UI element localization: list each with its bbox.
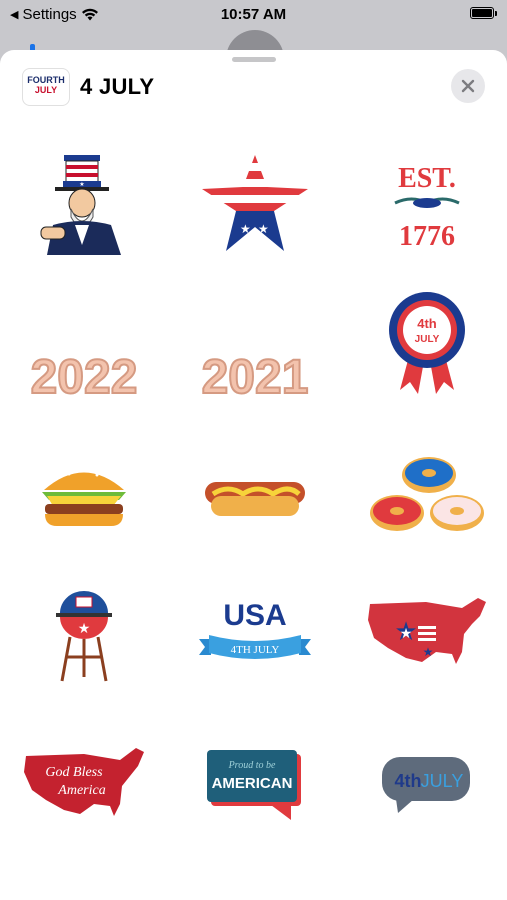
sheet-header: FOURTH JULY 4 JULY [0, 68, 507, 118]
sticker-usa-banner[interactable]: USA 4TH JULY [190, 580, 320, 690]
sheet-title: 4 JULY [80, 74, 155, 99]
usa-banner-text: 4TH JULY [231, 644, 280, 656]
sticker-uncle-sam[interactable]: ★ [19, 150, 149, 260]
close-icon [461, 79, 475, 93]
balloon-2021-text: 2021 [202, 351, 309, 404]
sticker-donuts[interactable] [362, 440, 492, 550]
bbq-grill-icon: ★ [56, 591, 112, 682]
donuts-icon [370, 457, 484, 531]
america-text: America [57, 783, 105, 798]
4th-july-bubble-icon: 4th JULY [382, 757, 470, 813]
sticker-hamburger[interactable] [19, 440, 149, 550]
svg-text:★: ★ [423, 645, 434, 659]
ribbon-text-2: JULY [415, 334, 440, 345]
svg-text:★: ★ [240, 222, 251, 236]
svg-text:★: ★ [79, 181, 84, 188]
sticker-4th-july-bubble[interactable]: 4th JULY [362, 730, 492, 840]
ribbon-icon: 4th JULY [389, 292, 465, 394]
svg-text:★: ★ [258, 222, 269, 236]
sticker-balloon-2021[interactable]: 2021 [190, 320, 320, 430]
usa-banner-icon: USA 4TH JULY [199, 599, 311, 659]
sticker-bbq-grill[interactable]: ★ [19, 580, 149, 690]
proud-text: Proud to be [228, 760, 276, 771]
god-bless-text: God Bless [45, 765, 103, 780]
sticker-usa-map-flag[interactable]: ★ ★ ★ [362, 580, 492, 690]
flag-star-icon: ★ ★ ★ [202, 155, 308, 251]
svg-text:★: ★ [249, 236, 260, 250]
svg-text:★: ★ [78, 620, 91, 636]
svg-text:★: ★ [400, 625, 413, 641]
balloon-2021-icon: 2021 [201, 350, 310, 405]
sticker-flag-star[interactable]: ★ ★ ★ [190, 150, 320, 260]
balloon-2022-text: 2022 [31, 351, 138, 404]
bubble-4th-text: 4th [395, 771, 422, 791]
usa-map-icon: ★ ★ ★ [368, 598, 486, 664]
ribbon-text-1: 4th [417, 316, 437, 331]
battery-icon [470, 7, 497, 19]
uncle-sam-icon: ★ [40, 155, 121, 255]
sticker-god-bless-america[interactable]: God Bless America [19, 730, 149, 840]
american-text: AMERICAN [212, 775, 293, 792]
sheet-grabber[interactable] [232, 57, 276, 62]
usa-text: USA [223, 599, 286, 632]
est-text: EST. [398, 163, 456, 194]
status-bar: ◀ Settings 10:57 AM [0, 0, 507, 30]
close-button[interactable] [451, 69, 485, 103]
balloon-2022-icon: 2022 [30, 350, 139, 405]
sticker-4th-july-ribbon[interactable]: 4th JULY [362, 290, 492, 400]
proud-american-icon: Proud to be AMERICAN [207, 750, 301, 820]
app-icon-line2: JULY [34, 85, 58, 95]
hot-dog-icon [205, 482, 305, 516]
sticker-est-1776[interactable]: EST. 1776 [362, 150, 492, 260]
hamburger-icon [42, 468, 126, 526]
bubble-july-text: JULY [421, 771, 464, 791]
god-bless-map-icon: God Bless America [24, 748, 144, 816]
year-text: 1776 [399, 221, 455, 252]
est-1776-icon: EST. 1776 [394, 163, 460, 252]
sticker-proud-american[interactable]: Proud to be AMERICAN [190, 730, 320, 840]
sticker-sheet: FOURTH JULY 4 JULY ★ ★ ★ ★ EST. 1776 202… [0, 50, 507, 900]
sticker-balloon-2022[interactable]: 2022 [19, 320, 149, 430]
app-icon: FOURTH JULY [22, 68, 70, 106]
sticker-hot-dog[interactable] [190, 440, 320, 550]
app-icon-line1: FOURTH [27, 75, 65, 85]
clock: 10:57 AM [220, 6, 287, 23]
